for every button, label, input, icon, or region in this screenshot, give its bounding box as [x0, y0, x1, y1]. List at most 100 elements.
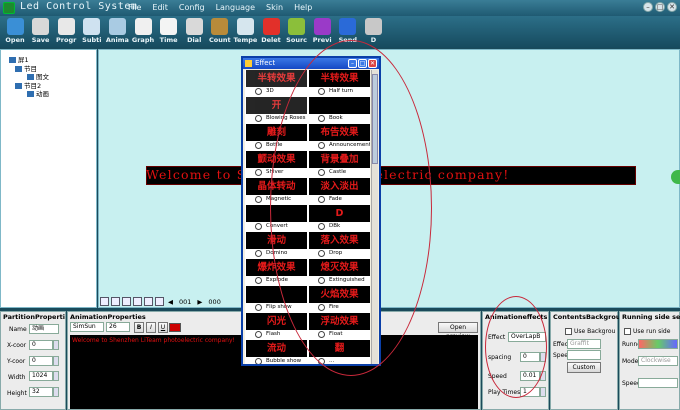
bg-effect-select[interactable]: Graffit — [567, 339, 601, 349]
effect-select[interactable]: OverLapB — [508, 332, 546, 342]
menu-language[interactable]: Language — [216, 3, 255, 12]
effect-option[interactable]: 爆炸效果 Explode — [245, 259, 307, 288]
menu-file[interactable]: File — [128, 3, 141, 12]
effect-preview[interactable]: D — [309, 205, 370, 222]
effect-option[interactable]: Convert — [245, 205, 307, 234]
font-select[interactable]: SimSun — [70, 322, 104, 332]
width-stepper[interactable] — [53, 371, 59, 381]
effect-preview[interactable]: 开 — [246, 97, 307, 114]
effect-radio[interactable] — [318, 169, 325, 176]
xcoor-stepper[interactable] — [53, 340, 59, 350]
text-color-swatch[interactable] — [169, 323, 181, 332]
effect-option[interactable]: 火焰效果 Fire — [308, 286, 370, 315]
effect-preview[interactable] — [246, 205, 307, 222]
xcoor-field[interactable]: 0 — [29, 340, 53, 350]
toolbar-previ-button[interactable]: Previ — [309, 17, 335, 47]
effect-preview[interactable]: 闪光 — [246, 313, 307, 330]
effect-preview[interactable]: 颤动效果 — [246, 151, 307, 168]
effect-option[interactable]: 熄灭效果 Extinguished — [308, 259, 370, 288]
effect-preview[interactable]: 晶体转动 — [246, 178, 307, 195]
effect-preview[interactable]: 流动 — [246, 340, 307, 357]
height-field[interactable]: 32 — [29, 387, 53, 397]
effect-preview[interactable]: 半转效果 — [309, 70, 370, 87]
effect-preview[interactable]: 布告效果 — [309, 124, 370, 141]
effect-option[interactable]: 颤动效果 Shiver — [245, 151, 307, 180]
effect-option[interactable]: 布告效果 Announcement — [308, 124, 370, 153]
height-stepper[interactable] — [53, 387, 59, 397]
first-page-button[interactable] — [100, 297, 109, 306]
menu-config[interactable]: Config — [179, 3, 205, 12]
effect-option[interactable]: 淡入淡出 Fade — [308, 178, 370, 207]
dialog-minimize-button[interactable]: – — [348, 59, 357, 68]
effect-radio[interactable] — [255, 304, 262, 311]
minimize-button[interactable]: – — [643, 2, 653, 12]
dialog-maximize-button[interactable]: □ — [358, 59, 367, 68]
effect-radio[interactable] — [318, 250, 325, 257]
effect-radio[interactable] — [255, 88, 262, 95]
effect-option[interactable]: 晶体转动 Magnetic — [245, 178, 307, 207]
effect-radio[interactable] — [318, 358, 325, 364]
effect-radio[interactable] — [255, 250, 262, 257]
effect-preview[interactable]: 爆炸效果 — [246, 259, 307, 276]
use-run-side-checkbox[interactable] — [624, 328, 631, 335]
effect-preview[interactable]: 落入效果 — [309, 232, 370, 249]
effect-option[interactable]: 翻... — [308, 340, 370, 364]
toolbar-d-button[interactable]: D — [360, 17, 386, 47]
font-size-select[interactable]: 26 — [106, 322, 130, 332]
effect-list-scrollbar[interactable] — [371, 70, 378, 364]
effect-preview[interactable]: 背景叠加 — [309, 151, 370, 168]
tree-item-animation[interactable]: 动画 — [27, 88, 49, 98]
effect-radio[interactable] — [318, 196, 325, 203]
effect-radio[interactable] — [255, 223, 262, 230]
width-field[interactable]: 1024 — [29, 371, 53, 381]
runner-select[interactable] — [638, 339, 678, 349]
effect-radio[interactable] — [255, 115, 262, 122]
effect-option[interactable]: 半转效果 Half turn — [308, 70, 370, 99]
italic-button[interactable]: I — [146, 322, 156, 333]
open-preview-button[interactable]: Open preview — [438, 322, 478, 340]
effect-radio[interactable] — [318, 223, 325, 230]
toolbar-time-button[interactable]: Time — [156, 17, 182, 47]
effect-option[interactable]: 半转效果 3D — [245, 70, 307, 99]
bold-button[interactable]: B — [134, 322, 144, 333]
effect-option[interactable]: D DBk — [308, 205, 370, 234]
menu-skin[interactable]: Skin — [266, 3, 283, 12]
name-field[interactable]: 动画 — [29, 324, 59, 334]
toolbar-tempe-button[interactable]: Tempe — [232, 17, 258, 47]
effect-option[interactable]: 流动 Bubble show — [245, 340, 307, 364]
effect-option[interactable]: 浮动效果 Float — [308, 313, 370, 342]
effect-radio[interactable] — [318, 142, 325, 149]
effect-preview[interactable]: 翻 — [309, 340, 370, 357]
play-times-stepper[interactable] — [540, 387, 546, 397]
effect-preview[interactable]: 熄灭效果 — [309, 259, 370, 276]
toolbar-anima-button[interactable]: Anima — [104, 17, 130, 47]
scrollbar-thumb[interactable] — [372, 74, 378, 164]
toolbar-dial-button[interactable]: Dial — [181, 17, 207, 47]
effect-radio[interactable] — [318, 331, 325, 338]
speed-field[interactable]: 0.01 — [520, 371, 540, 381]
effect-option[interactable]: 落入效果 Drop — [308, 232, 370, 261]
effect-radio[interactable] — [318, 88, 325, 95]
maximize-button[interactable]: □ — [655, 2, 665, 12]
ycoor-field[interactable]: 0 — [29, 356, 53, 366]
toolbar-save-button[interactable]: Save — [28, 17, 54, 47]
add-page-button[interactable] — [144, 297, 153, 306]
effect-radio[interactable] — [255, 169, 262, 176]
effect-radio[interactable] — [318, 304, 325, 311]
effect-option[interactable]: 闪光 Flash — [245, 313, 307, 342]
toolbar-count-button[interactable]: Count — [207, 17, 233, 47]
last-page-button[interactable] — [133, 297, 142, 306]
close-button[interactable]: ✕ — [667, 2, 677, 12]
toolbar-graph-button[interactable]: Graph — [130, 17, 156, 47]
runside-speed-select[interactable] — [638, 378, 678, 388]
dialog-close-button[interactable]: ✕ — [368, 59, 377, 68]
effect-preview[interactable]: 滑动 — [246, 232, 307, 249]
effect-radio[interactable] — [255, 358, 262, 364]
menu-help[interactable]: Help — [294, 3, 312, 12]
effect-radio[interactable] — [318, 115, 325, 122]
play-times-field[interactable]: 1 — [520, 387, 540, 397]
side-toggle-icon[interactable] — [671, 170, 680, 184]
toolbar-send-button[interactable]: Send — [335, 17, 361, 47]
bg-speed-select[interactable] — [567, 350, 601, 360]
spacing-stepper[interactable] — [540, 352, 546, 362]
